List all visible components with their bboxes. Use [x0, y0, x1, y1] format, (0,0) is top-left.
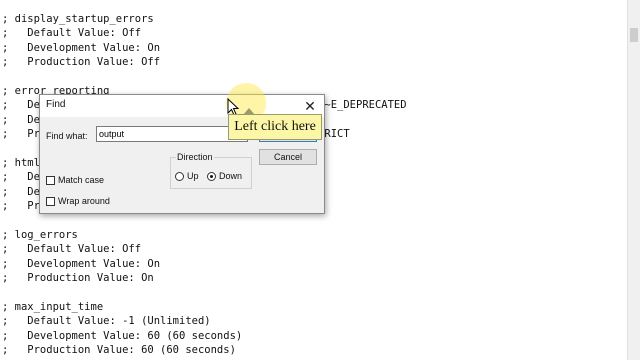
match-case-label: Match case [58, 175, 105, 185]
wrap-around-label: Wrap around [58, 196, 110, 206]
editor-line: ; log_errors [2, 229, 78, 241]
direction-up-label: Up [187, 171, 199, 181]
editor-line: ; Default Value: Off [2, 243, 142, 256]
editor-line: ; Development Value: On [2, 257, 161, 270]
editor-line: ; Development Value: 60 (60 seconds) [2, 329, 243, 342]
match-case-checkbox[interactable] [46, 176, 55, 185]
editor-line: ; Production Value: On [2, 272, 154, 285]
editor-line: ; Production Value: Off [2, 56, 161, 69]
find-what-input[interactable]: output [96, 126, 248, 142]
find-what-label: Find what: [46, 131, 88, 141]
find-dialog: Find ✕ Find what: output Cancel Directio… [39, 94, 325, 214]
dialog-title: Find [46, 99, 66, 110]
cancel-button[interactable]: Cancel [259, 149, 317, 165]
vertical-scrollbar[interactable] [627, 0, 640, 360]
editor-line: ; Development Value: On [2, 41, 161, 54]
direction-label: Direction [176, 152, 214, 162]
editor-line: ; max_input_time [2, 301, 104, 313]
editor-line: ; Default Value: -1 (Unlimited) [2, 315, 211, 328]
editor-line: ; display_startup_errors [2, 13, 154, 25]
scrollbar-thumb[interactable] [630, 28, 638, 42]
tutorial-tooltip: Left click here [228, 108, 322, 140]
direction-down-label: Down [219, 171, 243, 181]
wrap-around-checkbox[interactable] [46, 197, 55, 206]
direction-down-radio[interactable] [207, 172, 216, 181]
editor-line: ; Production Value: 60 (60 seconds) [2, 344, 236, 357]
direction-up-radio[interactable] [175, 172, 184, 181]
editor-line: ; Default Value: Off [2, 27, 142, 40]
